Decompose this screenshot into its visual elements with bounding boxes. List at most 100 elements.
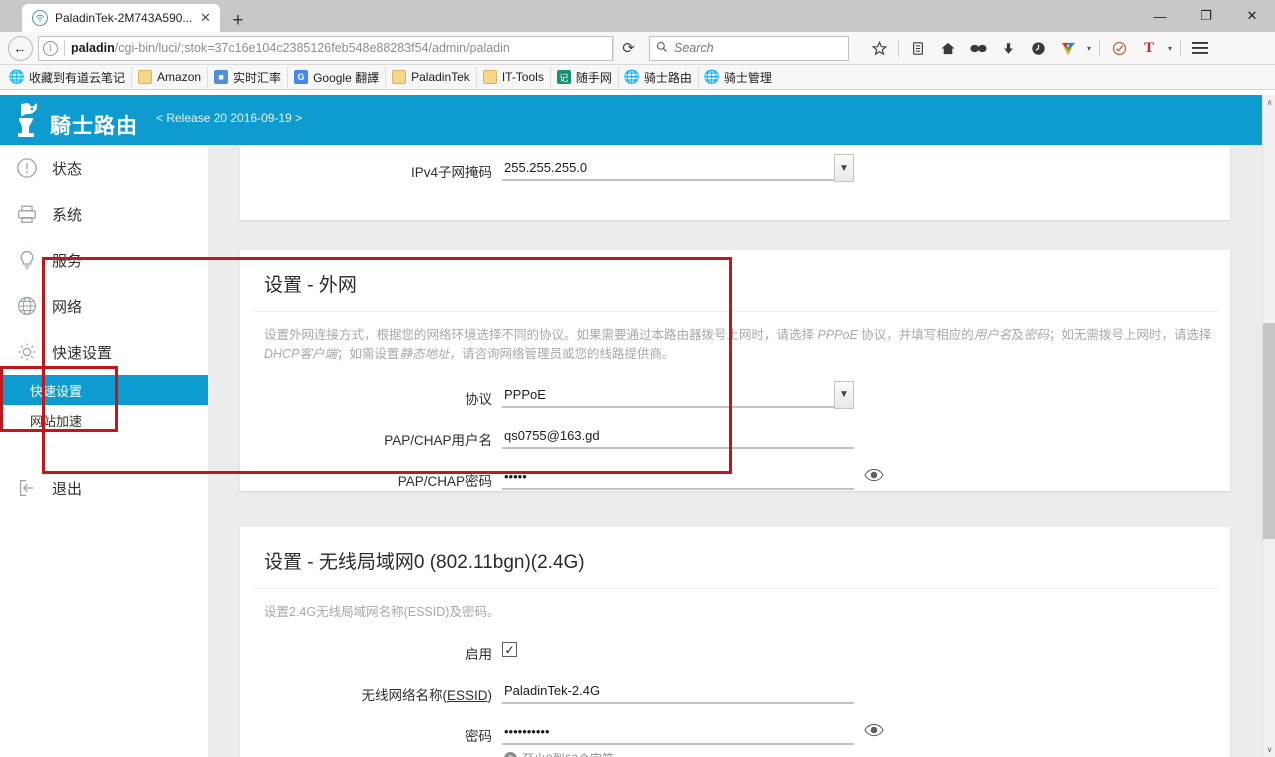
sidebar-subitem-site-acceleration[interactable]: 网站加速 [0, 405, 208, 435]
printer-icon [14, 201, 40, 227]
bookmark-item[interactable]: PaladinTek [385, 66, 476, 88]
pap-chap-username-input[interactable] [502, 425, 854, 449]
pap-chap-password-input[interactable] [502, 466, 854, 490]
search-box[interactable]: Search [649, 35, 849, 61]
browser-tab[interactable]: PaladinTek-2M743A590... ✕ [22, 4, 221, 32]
extension-caret-icon[interactable]: ▾ [1084, 44, 1094, 53]
scroll-down-icon[interactable]: ∨ [1263, 742, 1275, 757]
sidebar: 状态 系统 服务 网络 快速设置 快速设置 网站加速 退出 [0, 145, 208, 757]
pap-chap-username-label: PAP/CHAP用户名 [384, 432, 492, 448]
desc-part-2: 协议，并填写相应的 [857, 328, 974, 342]
chevron-down-icon[interactable]: ▼ [834, 154, 854, 182]
mask-icon[interactable] [964, 35, 992, 61]
minimize-button[interactable]: — [1137, 0, 1183, 32]
history-icon[interactable] [1024, 35, 1052, 61]
url-text: paladin/cgi-bin/luci/;stok=37c16e104c238… [71, 41, 608, 55]
tab-close-icon[interactable]: ✕ [198, 10, 212, 26]
text-tool-icon[interactable]: T [1135, 35, 1163, 61]
bookmark-label: 收藏到有道云笔记 [29, 70, 126, 85]
download-icon[interactable] [994, 35, 1022, 61]
sidebar-item-services[interactable]: 服务 [0, 237, 208, 283]
wlan-enable-checkbox[interactable]: ✓ [502, 642, 517, 658]
text-tool-caret-icon[interactable]: ▾ [1165, 44, 1175, 53]
bookmark-item[interactable]: ■ 实时汇率 [207, 66, 287, 88]
site-info-icon[interactable]: i [43, 40, 58, 56]
sidebar-item-system[interactable]: 系统 [0, 191, 208, 237]
form-row-pap-chap-password: PAP/CHAP密码 [240, 458, 1230, 499]
maximize-button[interactable]: ❐ [1183, 0, 1229, 32]
bookmark-item[interactable]: IT-Tools [475, 66, 550, 88]
google-icon: G [294, 70, 309, 84]
bookmark-item[interactable]: Amazon [131, 66, 207, 88]
card-wan-title: 设置 - 外网 [252, 250, 1218, 312]
url-host: paladin [71, 41, 115, 55]
bookmark-item[interactable]: 🌐 骑士路由 [617, 66, 698, 88]
bookmark-item[interactable]: 🌐 骑士管理 [697, 66, 778, 88]
protocol-field[interactable]: ▼ [502, 380, 854, 409]
check-extension-icon[interactable] [1105, 35, 1133, 61]
ipv4-netmask-select-wrap[interactable]: ▼ [502, 154, 854, 182]
protocol-select-wrap[interactable]: ▼ [502, 380, 854, 409]
wlan-password-hint-text: 至少8到63个字符 [522, 750, 614, 757]
desc-part-3: 及 [1011, 328, 1024, 342]
form-row-protocol: 协议 ▼ [240, 371, 1230, 417]
protocol-label: 协议 [465, 391, 492, 407]
essid-label-prefix: 无线网络名称( [361, 688, 447, 704]
wlan-enable-field[interactable]: ✓ [502, 640, 854, 659]
page-scrollbar[interactable]: ∧ ∨ [1262, 95, 1275, 757]
eye-icon[interactable] [864, 723, 884, 743]
globe-icon: 🌐 [623, 69, 640, 84]
sidebar-subitem-label: 网站加速 [30, 413, 83, 429]
reading-list-icon[interactable] [904, 35, 932, 61]
question-icon: ? [504, 752, 517, 757]
release-version: < Release 20 2016-09-19 > [156, 111, 303, 125]
wlan-password-field[interactable]: ? 至少8到63个字符 [502, 722, 884, 757]
scrollbar-thumb[interactable] [1263, 323, 1275, 539]
bookmark-star-icon[interactable] [865, 35, 893, 61]
globe-icon: 🌐 [8, 69, 26, 84]
pap-chap-username-field[interactable] [502, 425, 854, 449]
scroll-up-icon[interactable]: ∧ [1263, 95, 1275, 110]
browser-window: PaladinTek-2M743A590... ✕ + — ❐ ✕ ← i pa… [0, 0, 1275, 757]
bookmark-label: IT-Tools [501, 70, 544, 84]
eye-icon[interactable] [864, 468, 884, 488]
bookmark-item[interactable]: G Google 翻譯 [287, 66, 385, 88]
chevron-down-icon[interactable]: ▼ [834, 380, 854, 409]
desc-em-static: 静态地址 [399, 347, 450, 362]
address-bar[interactable]: i paladin/cgi-bin/luci/;stok=37c16e104c2… [38, 35, 613, 61]
sidebar-item-network[interactable]: 网络 [0, 283, 208, 329]
form-row-pap-chap-username: PAP/CHAP用户名 [240, 417, 1230, 458]
form-row-essid: 无线网络名称(ESSID) [240, 672, 1230, 713]
sidebar-item-quick-settings[interactable]: 快速设置 [0, 329, 208, 375]
essid-input[interactable] [502, 681, 854, 705]
back-button[interactable]: ← [6, 34, 34, 62]
protocol-select[interactable] [502, 384, 854, 408]
wlan-password-input[interactable] [502, 722, 854, 746]
pap-chap-password-label: PAP/CHAP密码 [397, 473, 492, 489]
new-tab-button[interactable]: + [232, 11, 243, 30]
sidebar-subitem-quick-settings[interactable]: 快速设置 [0, 375, 208, 405]
menu-hamburger-icon[interactable] [1186, 35, 1214, 61]
bookmark-label: PaladinTek [411, 70, 470, 84]
sidebar-item-label: 快速设置 [52, 344, 113, 362]
close-window-button[interactable]: ✕ [1229, 0, 1275, 32]
desc-part-4: ；如无需拨号上网时，请选择 [1048, 328, 1212, 342]
sidebar-item-logout[interactable]: 退出 [0, 465, 208, 511]
pap-chap-password-field[interactable] [502, 466, 884, 490]
home-icon[interactable] [934, 35, 962, 61]
app-logo[interactable]: 騎士路由 [12, 100, 138, 140]
globe-icon: 🌐 [703, 69, 720, 84]
sidebar-item-status[interactable]: 状态 [0, 145, 208, 191]
logout-icon [14, 475, 40, 501]
essid-field[interactable] [502, 681, 854, 705]
colorful-extension-icon[interactable] [1054, 35, 1082, 61]
ipv4-netmask-input[interactable] [502, 158, 854, 181]
reload-icon[interactable]: ⟳ [613, 35, 643, 61]
sidebar-item-label: 服务 [52, 252, 83, 270]
app-header: 騎士路由 < Release 20 2016-09-19 > [0, 95, 1262, 145]
bookmark-item[interactable]: 记 随手网 [549, 66, 618, 88]
bookmark-item[interactable]: 🌐 收藏到有道云笔记 [4, 67, 131, 88]
ipv4-netmask-field[interactable]: ▼ [502, 154, 854, 182]
essid-help-link[interactable]: ESSID [447, 688, 488, 703]
wlan-password-label: 密码 [465, 729, 492, 745]
